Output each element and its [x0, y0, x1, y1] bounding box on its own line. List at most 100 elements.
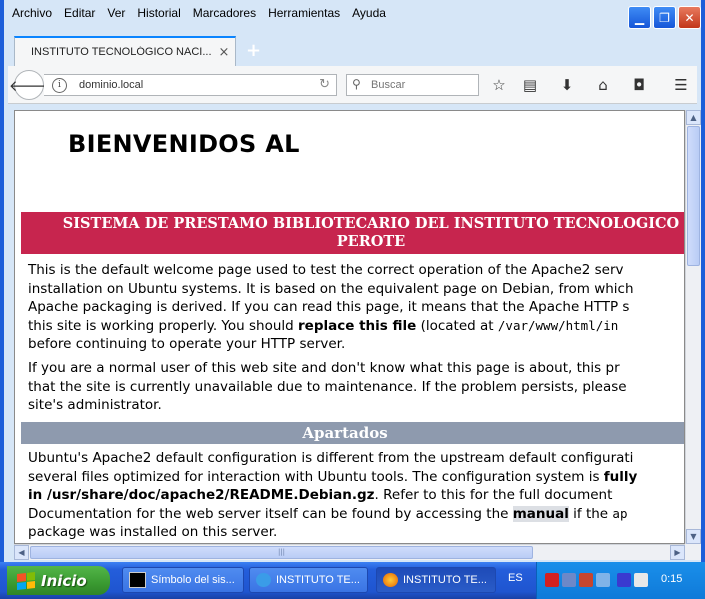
new-tab-button[interactable]: +	[246, 40, 261, 61]
taskbar-item-label: INSTITUTO TE...	[276, 574, 360, 586]
intro-paragraph: This is the default welcome page used to…	[28, 261, 684, 354]
text-line: before continuing to operate your HTTP s…	[28, 336, 346, 352]
minimize-button[interactable]: ▁	[628, 6, 651, 29]
internet-explorer-icon	[256, 573, 271, 587]
text-line: this site is working properly. You shoul…	[28, 317, 684, 336]
text-fragment: (located at	[416, 317, 498, 334]
taskbar-item-label: Símbolo del sis...	[151, 574, 235, 586]
file-path: /var/www/html/in	[497, 317, 619, 333]
firefox-icon	[383, 573, 398, 587]
banner-line-1: SISTEMA DE PRESTAMO BIBLIOTECARIO DEL IN…	[62, 215, 680, 232]
scroll-right-icon[interactable]: ▶	[670, 545, 685, 560]
language-indicator[interactable]: ES	[508, 572, 523, 584]
url-text[interactable]: dominio.local	[79, 79, 143, 91]
start-label: Inicio	[41, 571, 87, 590]
text-fragment: . Refer to this for the full document	[374, 487, 613, 503]
scrollbar-corner	[685, 544, 701, 560]
navigation-toolbar: 🡐 i dominio.local ↻ ⚲ ☆ ▤ ⬇ ⌂ ◘ ☰	[8, 66, 697, 104]
scroll-up-icon[interactable]: ▲	[686, 110, 701, 125]
browser-window: Archivo Editar Ver Historial Marcadores …	[0, 0, 705, 562]
menu-ver[interactable]: Ver	[107, 6, 125, 24]
network-icon[interactable]	[562, 573, 576, 587]
config-paragraph: Ubuntu's Apache2 default configuration i…	[28, 449, 684, 542]
menu-editar[interactable]: Editar	[64, 6, 95, 24]
site-info-icon[interactable]: i	[52, 78, 67, 93]
horizontal-scrollbar[interactable]: ◀ ||| ▶	[14, 544, 685, 560]
cmd-icon	[129, 572, 146, 588]
taskbar-item-label: INSTITUTO TE...	[403, 574, 487, 586]
vertical-scroll-thumb[interactable]	[687, 126, 700, 266]
volume-icon[interactable]	[596, 573, 610, 587]
text-line: installation on Ubuntu systems. It is ba…	[28, 280, 634, 297]
search-icon: ⚲	[352, 77, 361, 91]
system-tray: 0:15	[536, 562, 705, 599]
text-fragment: this site is working properly. You shoul…	[28, 317, 298, 334]
url-bar[interactable]: i dominio.local ↻	[44, 74, 337, 96]
search-input[interactable]	[371, 77, 471, 93]
scroll-left-icon[interactable]: ◀	[14, 545, 29, 560]
taskbar-item-cmd[interactable]: Símbolo del sis...	[122, 567, 244, 593]
restore-icon: ❐	[659, 10, 670, 25]
mono-fragment: ap	[612, 505, 628, 521]
reader-list-icon[interactable]: ▤	[519, 74, 541, 96]
tab-title: INSTITUTO TECNOLÓGICO NACI...	[31, 46, 212, 58]
text-line: package was installed on this server.	[28, 524, 278, 540]
alert-icon[interactable]	[579, 573, 593, 587]
downloads-icon[interactable]: ⬇	[556, 74, 578, 96]
tab-instituto[interactable]: INSTITUTO TECNOLÓGICO NACI... ×	[14, 36, 236, 66]
reload-icon[interactable]: ↻	[319, 77, 330, 92]
text-fragment: several files optimized for interaction …	[28, 468, 604, 485]
menu-ayuda[interactable]: Ayuda	[352, 6, 386, 24]
bold-text: fully	[603, 468, 638, 485]
home-icon[interactable]: ⌂	[592, 74, 614, 96]
security-shield-icon[interactable]	[545, 573, 559, 587]
text-line: This is the default welcome page used to…	[28, 262, 624, 278]
title-banner: SISTEMA DE PRESTAMO BIBLIOTECARIO DEL IN…	[21, 212, 684, 254]
taskbar-item-firefox[interactable]: INSTITUTO TE...	[376, 567, 496, 593]
title-bar: Archivo Editar Ver Historial Marcadores …	[4, 0, 701, 34]
pocket-icon[interactable]: ◘	[628, 74, 650, 96]
menu-bar: Archivo Editar Ver Historial Marcadores …	[12, 6, 386, 24]
menu-herramientas[interactable]: Herramientas	[268, 6, 340, 24]
search-box[interactable]: ⚲	[346, 74, 479, 96]
vertical-scrollbar[interactable]: ▲ ▼	[685, 110, 701, 544]
text-line: that the site is currently unavailable d…	[28, 378, 627, 395]
window-controls: ▁ ❐ ✕	[628, 6, 701, 29]
bold-text: replace this file	[298, 317, 417, 334]
minimize-icon: ▁	[634, 10, 645, 25]
safely-remove-icon[interactable]	[634, 573, 648, 587]
clock: 0:15	[661, 573, 683, 585]
text-line: site's administrator.	[28, 397, 162, 413]
close-icon: ✕	[684, 10, 695, 25]
text-line: Ubuntu's Apache2 default configuration i…	[28, 450, 634, 466]
text-line: Apache packaging is derived. If you can …	[28, 299, 630, 315]
text-line: in /usr/share/doc/apache2/README.Debian.…	[28, 486, 684, 505]
start-button[interactable]: Inicio	[7, 566, 110, 595]
menu-archivo[interactable]: Archivo	[12, 6, 52, 24]
tab-strip: INSTITUTO TECNOLÓGICO NACI... × +	[8, 34, 697, 66]
bold-path: in /usr/share/doc/apache2/README.Debian.…	[28, 487, 375, 503]
menu-marcadores[interactable]: Marcadores	[193, 6, 256, 24]
bookmark-star-icon[interactable]: ☆	[488, 74, 510, 96]
back-button[interactable]: 🡐	[9, 70, 49, 100]
scroll-down-icon[interactable]: ▼	[686, 529, 701, 544]
device-icon[interactable]	[617, 573, 631, 587]
page-viewport: BIENVENIDOS AL SISTEMA DE PRESTAMO BIBLI…	[14, 110, 685, 544]
text-fragment: Documentation for the web server itself …	[28, 505, 513, 522]
banner-line-2: PEROTE	[336, 233, 406, 250]
section-header: Apartados	[21, 422, 684, 444]
manual-link[interactable]: manual	[512, 505, 569, 522]
taskbar-item-ie[interactable]: INSTITUTO TE...	[249, 567, 368, 593]
user-paragraph: If you are a normal user of this web sit…	[28, 359, 684, 415]
menu-historial[interactable]: Historial	[137, 6, 180, 24]
text-line: Documentation for the web server itself …	[28, 505, 684, 524]
maximize-button[interactable]: ❐	[653, 6, 676, 29]
text-fragment: if the	[568, 505, 613, 522]
close-window-button[interactable]: ✕	[678, 6, 701, 29]
windows-logo-icon	[17, 571, 35, 590]
hamburger-menu-icon[interactable]: ☰	[670, 74, 692, 96]
page-heading: BIENVENIDOS AL	[68, 130, 300, 158]
text-line: several files optimized for interaction …	[28, 468, 684, 487]
horizontal-scroll-thumb[interactable]: |||	[30, 546, 533, 559]
tab-close-icon[interactable]: ×	[213, 45, 235, 60]
